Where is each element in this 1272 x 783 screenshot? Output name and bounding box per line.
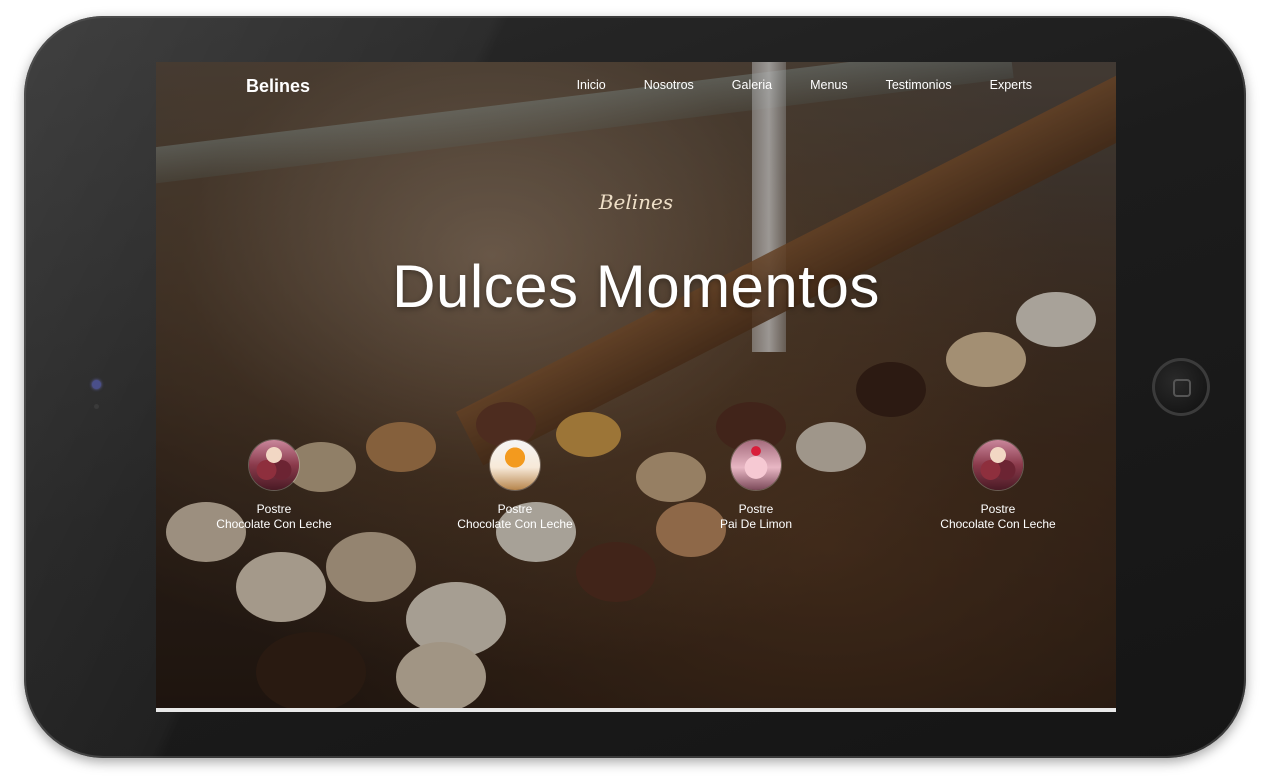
chocolate-dessert-image[interactable]	[249, 440, 299, 490]
product-card[interactable]: Postre Chocolate Con Leche	[435, 440, 595, 532]
nav-link-menus[interactable]: Menus	[810, 78, 848, 92]
nav-link-testimonios[interactable]: Testimonios	[886, 78, 952, 92]
nav-link-galeria[interactable]: Galeria	[732, 78, 772, 92]
product-card[interactable]: Postre Pai De Limon	[676, 440, 836, 532]
product-card[interactable]: Postre Chocolate Con Leche	[918, 440, 1078, 532]
hero-section: Belines Inicio Nosotros Galeria Menus Te…	[156, 62, 1116, 708]
chocolate-dessert-image[interactable]	[973, 440, 1023, 490]
featured-products: Postre Chocolate Con Leche Postre Chocol…	[156, 440, 1116, 540]
brand-logo[interactable]: Belines	[246, 76, 310, 97]
camera-icon	[92, 380, 101, 389]
nav-links: Inicio Nosotros Galeria Menus Testimonio…	[577, 78, 1032, 92]
top-navbar: Belines Inicio Nosotros Galeria Menus Te…	[156, 62, 1116, 110]
hero-title: Dulces Momentos	[392, 253, 880, 320]
script-brand-subtitle: Belines	[598, 190, 674, 214]
product-category: Postre	[256, 502, 292, 516]
nav-link-experts[interactable]: Experts	[990, 78, 1032, 92]
nav-link-inicio[interactable]: Inicio	[577, 78, 606, 92]
product-card[interactable]: Postre Chocolate Con Leche	[194, 440, 354, 532]
screen-bottom-edge	[156, 708, 1116, 712]
nav-link-nosotros[interactable]: Nosotros	[644, 78, 694, 92]
sensor-dot	[94, 404, 99, 409]
home-button[interactable]	[1152, 358, 1210, 416]
product-category: Postre	[980, 502, 1016, 516]
product-category: Postre	[497, 502, 533, 516]
product-name: Chocolate Con Leche	[216, 517, 332, 531]
product-category: Postre	[738, 502, 774, 516]
product-name: Pai De Limon	[719, 517, 793, 531]
orange-dessert-image[interactable]	[490, 440, 540, 490]
product-name: Chocolate Con Leche	[940, 517, 1056, 531]
background-overlay	[156, 62, 1116, 708]
product-name: Chocolate Con Leche	[457, 517, 573, 531]
strawberry-dessert-image[interactable]	[731, 440, 781, 490]
